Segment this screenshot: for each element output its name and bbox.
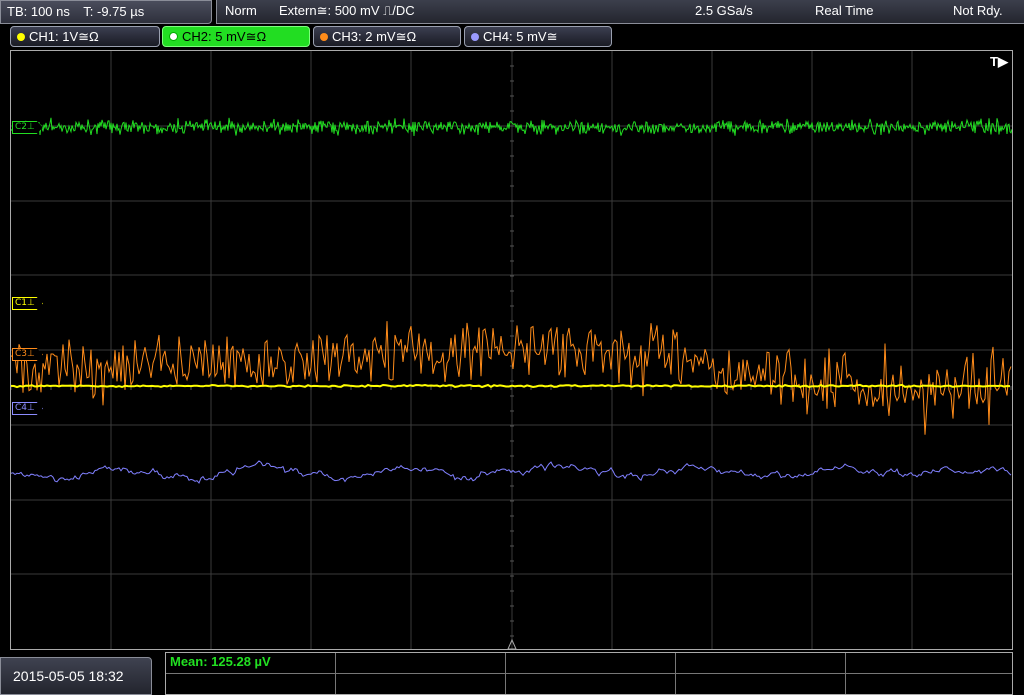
ch2-offset-marker[interactable]: C2⊥ [12, 121, 43, 134]
waveform-screen[interactable]: C1⊥ C2⊥ C3⊥ C4⊥ T▶ [10, 50, 1013, 650]
waveform-display [11, 51, 1012, 649]
date-time-display[interactable]: 2015-05-05 18:32 [0, 657, 152, 695]
ch1-offset-marker[interactable]: C1⊥ [12, 297, 43, 310]
ch1-dot-icon [17, 33, 25, 41]
timebase-label: TB: 100 ns [7, 4, 70, 19]
trigger-source-label: Extern≅: 500 mV ⎍/DC [279, 3, 415, 18]
ch3-offset-marker[interactable]: C3⊥ [12, 348, 43, 361]
trigger-marker: T▶ [990, 54, 1008, 69]
acquisition-bar[interactable]: Norm Extern≅: 500 mV ⎍/DC 2.5 GSa/s Real… [216, 0, 1024, 24]
ch4-offset-marker[interactable]: C4⊥ [12, 402, 43, 415]
ch3-dot-icon [320, 33, 328, 41]
ch3-waveform [11, 321, 1012, 435]
measurement-cell [676, 653, 846, 694]
tab-ch4-label: CH4: 5 mV≅ [483, 29, 558, 44]
sample-rate-label: 2.5 GSa/s [695, 3, 753, 18]
status-bar: TB: 100 ns T: -9.75 µs Norm Extern≅: 500… [0, 0, 1024, 24]
channel-tabs: CH1: 1V≅Ω CH2: 5 mV≅Ω CH3: 2 mV≅Ω CH4: 5… [0, 26, 1024, 48]
ch2-dot-icon [169, 32, 178, 41]
tab-ch2-label: CH2: 5 mV≅Ω [182, 29, 267, 44]
ch4-waveform [11, 460, 1012, 484]
graticule-grid [11, 51, 1012, 649]
trigger-mode-label: Norm [225, 3, 257, 18]
ch1-waveform [11, 383, 1011, 389]
measurement-table[interactable]: Mean: 125.28 µV [165, 652, 1013, 695]
run-status-label: Not Rdy. [953, 3, 1003, 18]
trigger-time-label: T: -9.75 µs [83, 4, 145, 19]
tab-ch2[interactable]: CH2: 5 mV≅Ω [162, 26, 310, 47]
acquisition-mode-label: Real Time [815, 3, 874, 18]
measurement-cell [506, 653, 676, 694]
mean-measurement: Mean: 125.28 µV [170, 654, 271, 669]
ch4-dot-icon [471, 33, 479, 41]
tab-ch1-label: CH1: 1V≅Ω [29, 29, 99, 44]
tab-ch4[interactable]: CH4: 5 mV≅ [464, 26, 612, 47]
tab-ch3[interactable]: CH3: 2 mV≅Ω [313, 26, 461, 47]
tab-ch3-label: CH3: 2 mV≅Ω [332, 29, 417, 44]
timebase-box[interactable]: TB: 100 ns T: -9.75 µs [0, 0, 212, 24]
measurement-cell [336, 653, 506, 694]
tab-ch1[interactable]: CH1: 1V≅Ω [10, 26, 160, 47]
